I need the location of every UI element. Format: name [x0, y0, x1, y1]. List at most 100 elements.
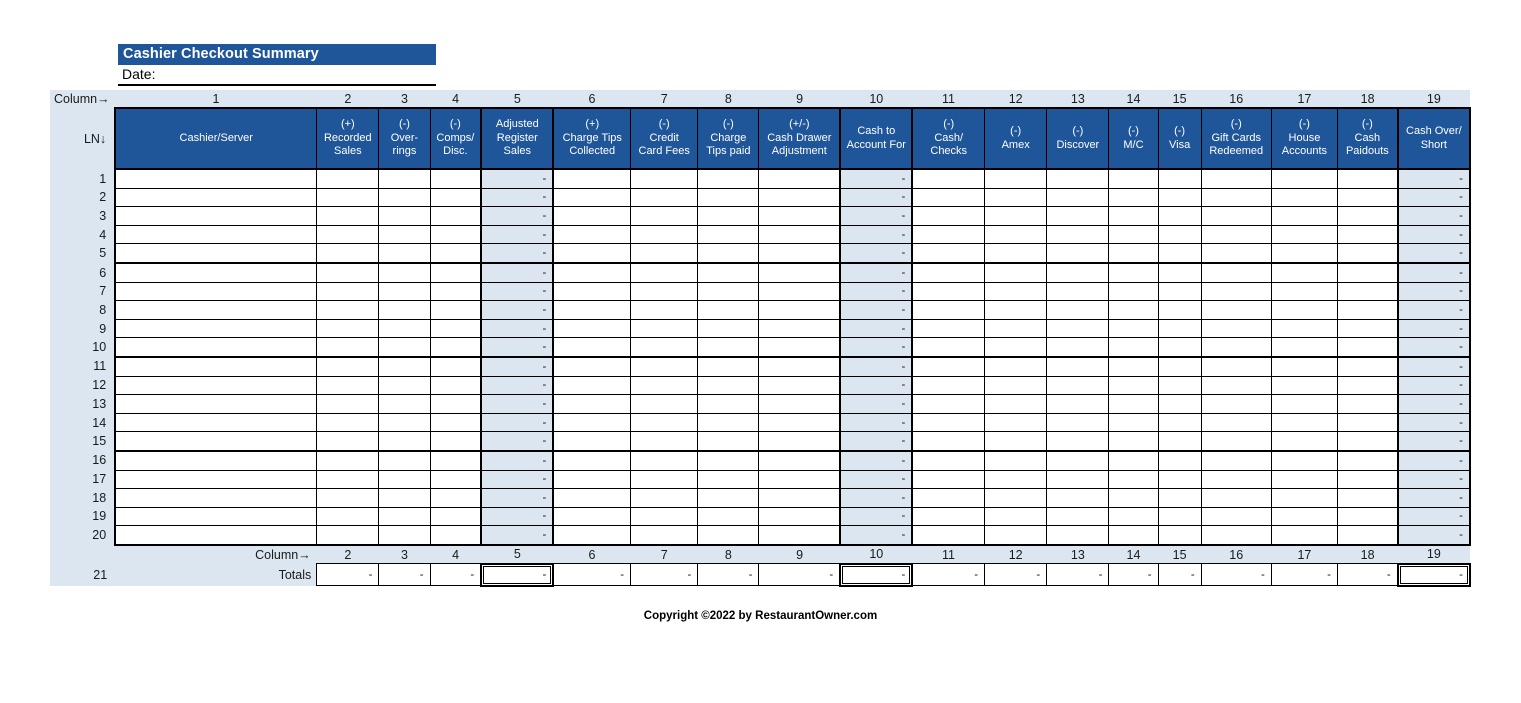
total-c12[interactable]: - — [984, 563, 1048, 587]
cell-r20-c8[interactable] — [697, 525, 760, 546]
cell-r17-c12[interactable] — [984, 470, 1048, 490]
cell-r9-c11[interactable] — [911, 319, 986, 339]
cell-r19-c7[interactable] — [630, 507, 699, 527]
cell-r14-c10[interactable]: - — [839, 413, 914, 433]
cell-r3-c8[interactable] — [697, 206, 760, 226]
cell-r4-c1[interactable] — [114, 225, 318, 245]
cell-r8-c7[interactable] — [630, 300, 699, 320]
cell-r4-c5[interactable]: - — [480, 225, 555, 245]
cell-r18-c17[interactable] — [1270, 488, 1339, 508]
total-c2[interactable]: - — [316, 563, 380, 587]
cell-r11-c3[interactable] — [378, 356, 431, 377]
cell-r18-c5[interactable]: - — [480, 488, 555, 508]
cell-r2-c6[interactable] — [552, 188, 632, 208]
cell-r3-c6[interactable] — [552, 206, 632, 226]
cell-r16-c16[interactable] — [1200, 450, 1272, 471]
cell-r10-c18[interactable] — [1337, 337, 1399, 358]
cell-r11-c17[interactable] — [1270, 356, 1339, 377]
cell-r7-c13[interactable] — [1046, 282, 1110, 302]
cell-r15-c10[interactable]: - — [839, 431, 914, 452]
cell-r9-c3[interactable] — [378, 319, 431, 339]
cell-r6-c8[interactable] — [697, 262, 760, 283]
cell-r6-c11[interactable] — [911, 262, 986, 283]
cell-r5-c17[interactable] — [1270, 243, 1339, 264]
cell-r8-c13[interactable] — [1046, 300, 1110, 320]
cell-r17-c3[interactable] — [378, 470, 431, 490]
cell-r1-c3[interactable] — [378, 169, 431, 189]
cell-r2-c1[interactable] — [114, 188, 318, 208]
cell-r16-c15[interactable] — [1157, 450, 1202, 471]
cell-r6-c18[interactable] — [1337, 262, 1399, 283]
cell-r19-c9[interactable] — [758, 507, 841, 527]
cell-r16-c6[interactable] — [552, 450, 632, 471]
cell-r8-c1[interactable] — [114, 300, 318, 320]
cell-r14-c6[interactable] — [552, 413, 632, 433]
cell-r14-c5[interactable]: - — [480, 413, 555, 433]
cell-r5-c6[interactable] — [552, 243, 632, 264]
cell-r3-c4[interactable] — [429, 206, 482, 226]
cell-r1-c8[interactable] — [697, 169, 760, 189]
cell-r8-c12[interactable] — [984, 300, 1048, 320]
cell-r3-c7[interactable] — [630, 206, 699, 226]
cell-r3-c1[interactable] — [114, 206, 318, 226]
cell-r4-c8[interactable] — [697, 225, 760, 245]
cell-r12-c15[interactable] — [1157, 376, 1202, 396]
cell-r11-c12[interactable] — [984, 356, 1048, 377]
cell-r7-c18[interactable] — [1337, 282, 1399, 302]
cell-r2-c12[interactable] — [984, 188, 1048, 208]
total-c5[interactable]: - — [480, 562, 555, 587]
cell-r9-c19[interactable]: - — [1396, 319, 1472, 339]
cell-r4-c2[interactable] — [316, 225, 380, 245]
cell-r12-c17[interactable] — [1270, 376, 1339, 396]
total-c16[interactable]: - — [1200, 563, 1272, 587]
cell-r9-c6[interactable] — [552, 319, 632, 339]
cell-r2-c5[interactable]: - — [480, 188, 555, 208]
cell-r13-c17[interactable] — [1270, 394, 1339, 414]
cell-r2-c10[interactable]: - — [839, 188, 914, 208]
cell-r2-c2[interactable] — [316, 188, 380, 208]
cell-r13-c19[interactable]: - — [1396, 394, 1472, 414]
cell-r5-c10[interactable]: - — [839, 243, 914, 264]
cell-r14-c1[interactable] — [114, 413, 318, 433]
cell-r6-c6[interactable] — [552, 262, 632, 283]
cell-r8-c16[interactable] — [1200, 300, 1272, 320]
cell-r16-c17[interactable] — [1270, 450, 1339, 471]
cell-r2-c13[interactable] — [1046, 188, 1110, 208]
cell-r5-c2[interactable] — [316, 243, 380, 264]
cell-r11-c15[interactable] — [1157, 356, 1202, 377]
cell-r5-c5[interactable]: - — [480, 243, 555, 264]
cell-r19-c17[interactable] — [1270, 507, 1339, 527]
cell-r9-c10[interactable]: - — [839, 319, 914, 339]
cell-r15-c19[interactable]: - — [1396, 431, 1472, 452]
cell-r13-c16[interactable] — [1200, 394, 1272, 414]
cell-r14-c3[interactable] — [378, 413, 431, 433]
cell-r13-c15[interactable] — [1157, 394, 1202, 414]
cell-r8-c14[interactable] — [1108, 300, 1159, 320]
cell-r19-c15[interactable] — [1157, 507, 1202, 527]
cell-r18-c3[interactable] — [378, 488, 431, 508]
cell-r11-c14[interactable] — [1108, 356, 1159, 377]
cell-r11-c10[interactable]: - — [839, 356, 914, 377]
cell-r3-c10[interactable]: - — [839, 206, 914, 226]
cell-r11-c18[interactable] — [1337, 356, 1399, 377]
cell-r1-c4[interactable] — [429, 169, 482, 189]
cell-r10-c14[interactable] — [1108, 337, 1159, 358]
cell-r12-c8[interactable] — [697, 376, 760, 396]
total-c4[interactable]: - — [429, 563, 482, 587]
cell-r10-c10[interactable]: - — [839, 337, 914, 358]
cell-r3-c2[interactable] — [316, 206, 380, 226]
cell-r10-c3[interactable] — [378, 337, 431, 358]
cell-r3-c13[interactable] — [1046, 206, 1110, 226]
cell-r9-c16[interactable] — [1200, 319, 1272, 339]
cell-r4-c12[interactable] — [984, 225, 1048, 245]
cell-r9-c7[interactable] — [630, 319, 699, 339]
cell-r19-c5[interactable]: - — [480, 507, 555, 527]
cell-r18-c16[interactable] — [1200, 488, 1272, 508]
cell-r16-c8[interactable] — [697, 450, 760, 471]
cell-r8-c10[interactable]: - — [839, 300, 914, 320]
cell-r18-c7[interactable] — [630, 488, 699, 508]
cell-r20-c12[interactable] — [984, 525, 1048, 546]
cell-r12-c5[interactable]: - — [480, 376, 555, 396]
cell-r20-c15[interactable] — [1157, 525, 1202, 546]
cell-r12-c9[interactable] — [758, 376, 841, 396]
